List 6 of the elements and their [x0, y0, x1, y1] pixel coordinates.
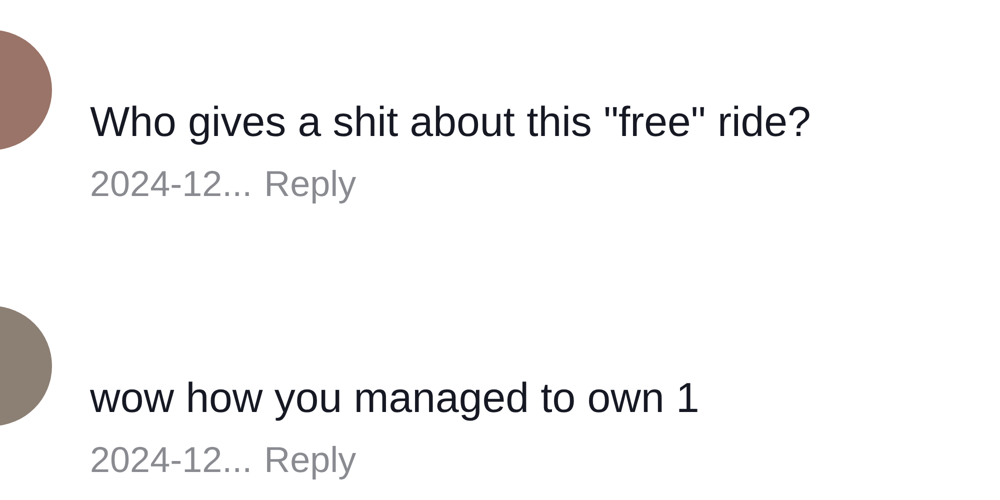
reply-link[interactable]: Reply [264, 162, 356, 206]
reply-link[interactable]: Reply [264, 438, 356, 482]
comment-text: wow how you managed to own 1 [90, 373, 700, 423]
comment-date: 2024-12... [90, 438, 252, 482]
comment-date: 2024-12... [90, 162, 252, 206]
comment-text: Who gives a shit about this "free" ride? [90, 97, 811, 147]
